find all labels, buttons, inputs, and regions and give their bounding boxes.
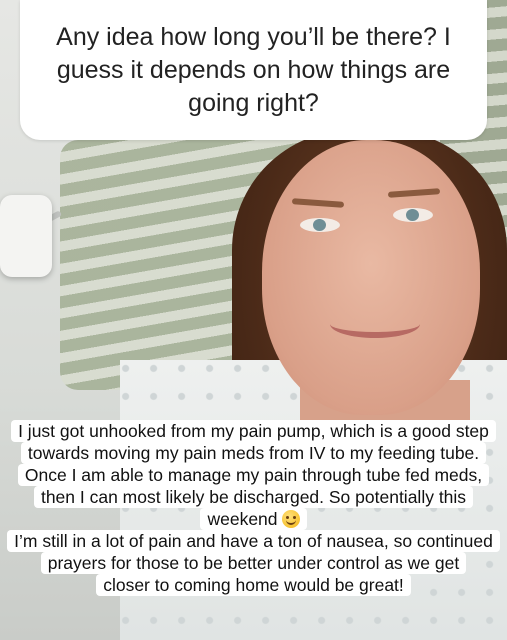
caption-line: prayers for those to be better under con…: [40, 552, 467, 574]
left-eye: [300, 218, 340, 232]
caption-word-weekend: weekend: [207, 509, 278, 529]
right-eye: [393, 208, 433, 222]
caption-line: Once I am able to manage my pain through…: [17, 464, 490, 486]
smiling-face-icon: [281, 510, 300, 528]
caption-line-with-emoji: weekend: [200, 508, 307, 530]
pain-pump-device: [0, 195, 52, 277]
face: [262, 140, 480, 415]
question-text: Any idea how long you’ll be there? I gue…: [56, 22, 451, 117]
question-sticker[interactable]: Any idea how long you’ll be there? I gue…: [20, 0, 487, 140]
story-caption: I just got unhooked from my pain pump, w…: [0, 420, 507, 596]
caption-line: closer to coming home would be great!: [96, 574, 411, 596]
caption-line: I just got unhooked from my pain pump, w…: [11, 420, 496, 442]
caption-line: then I can most likely be discharged. So…: [33, 486, 474, 508]
smile: [330, 310, 420, 338]
caption-line: I’m still in a lot of pain and have a to…: [7, 530, 500, 552]
caption-line: towards moving my pain meds from IV to m…: [20, 442, 487, 464]
